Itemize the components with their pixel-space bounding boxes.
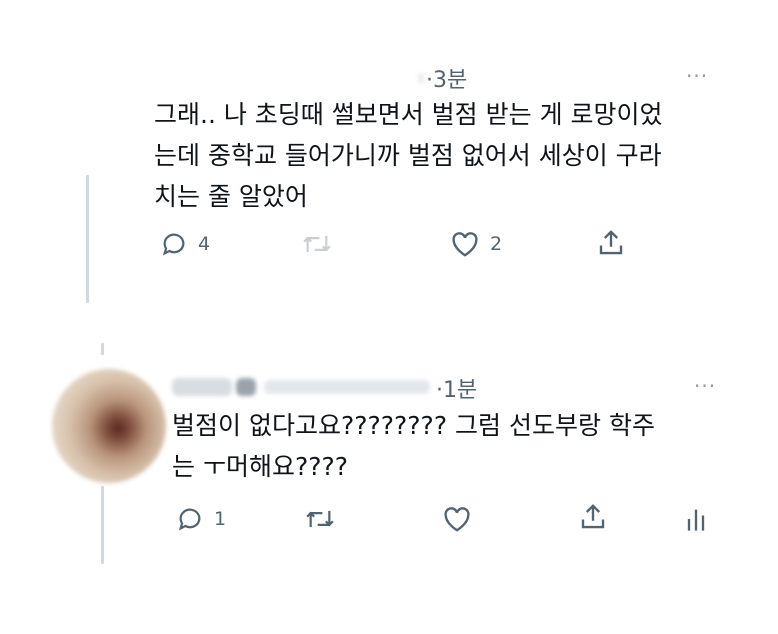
tweet2-more-icon[interactable]: ··· [694, 374, 716, 398]
tweet2-like-button[interactable] [442, 505, 482, 533]
reply-icon [176, 505, 204, 533]
tweet2-reply-count: 1 [214, 508, 227, 530]
tweet1-text: 그래.. 나 초딩때 썰보면서 벌점 받는 게 로망이었 는데 중학교 들어가니… [154, 100, 663, 211]
tweet1-retweet-button[interactable] [300, 230, 344, 258]
tweet1-reply-button[interactable]: 4 [160, 230, 210, 258]
tweet1-timestamp[interactable]: ·3분 [426, 62, 467, 94]
reply-icon [160, 230, 188, 258]
thread-line-top [86, 175, 89, 303]
tweet2-retweet-button[interactable] [303, 505, 347, 533]
tweet1-reply-count: 4 [198, 233, 211, 255]
tweet2-timestamp[interactable]: ·1분 [436, 372, 477, 404]
tweet2-analytics-button[interactable] [683, 505, 709, 533]
tweet2-text: 벌점이 없다고요???????? 그럼 선도부랑 학주 는 ㅜ머해요???? [172, 411, 655, 481]
like-icon [450, 230, 480, 258]
retweet-icon [300, 230, 334, 258]
tweet1-more-icon[interactable]: ··· [686, 64, 708, 88]
tweet2-author-name-redacted[interactable] [172, 378, 232, 396]
tweet2-share-button[interactable] [578, 502, 608, 532]
tweet2-author-badge-redacted [236, 378, 256, 396]
like-icon [442, 505, 472, 533]
share-icon [578, 502, 608, 532]
analytics-icon [683, 505, 709, 533]
share-icon [596, 228, 626, 258]
tweet1-like-button[interactable]: 2 [450, 230, 502, 258]
tweet1-author-redacted [418, 73, 424, 83]
retweet-icon [303, 505, 337, 533]
tweet2-author-handle-redacted[interactable] [264, 380, 430, 394]
tweet1-like-count: 2 [490, 233, 503, 255]
thread-line-bottom [101, 486, 104, 564]
thread-line-mid [101, 343, 104, 355]
tweet2-reply-button[interactable]: 1 [176, 505, 226, 533]
tweet1-share-button[interactable] [596, 228, 626, 258]
tweet2-avatar[interactable] [52, 369, 166, 483]
